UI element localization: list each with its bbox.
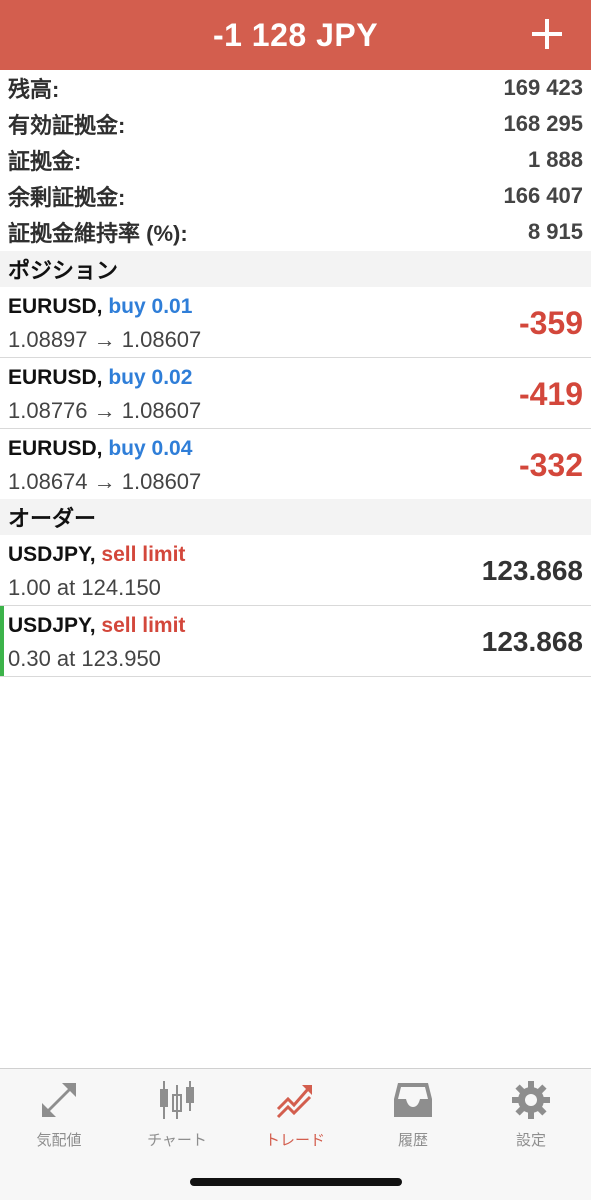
tab-settings[interactable]: 設定 — [472, 1079, 590, 1149]
chart-icon — [155, 1079, 199, 1121]
summary-row-free-margin: 余剰証拠金: 166 407 — [0, 178, 591, 214]
order-title: USDJPY, sell limit — [8, 543, 185, 567]
tab-history[interactable]: 履歴 — [354, 1079, 472, 1149]
tab-trade[interactable]: トレード — [236, 1079, 354, 1149]
tab-quotes[interactable]: 気配値 — [0, 1079, 118, 1149]
plus-icon — [532, 19, 562, 49]
positions-section: ポジション EURUSD, buy 0.01 1.08897 → 1.08607… — [0, 251, 591, 500]
order-title: USDJPY, sell limit — [8, 614, 185, 638]
summary-row-margin-level: 証拠金維持率 (%): 8 915 — [0, 214, 591, 250]
order-symbol: USDJPY, — [8, 614, 96, 637]
summary-value: 1 888 — [527, 147, 583, 172]
position-profit: -359 — [518, 305, 583, 341]
summary-label: 有効証拠金: — [8, 113, 126, 138]
position-side: buy 0.02 — [108, 366, 193, 389]
order-detail: 0.30 at 123.950 — [8, 646, 161, 671]
position-prices: 1.08674 → 1.08607 — [8, 469, 202, 494]
position-title: EURUSD, buy 0.02 — [8, 366, 192, 390]
summary-value: 8 915 — [527, 219, 583, 244]
balance-title: -1 128 JPY — [212, 16, 379, 53]
position-row[interactable]: EURUSD, buy 0.02 1.08776 → 1.08607 -419 — [0, 358, 591, 429]
tab-label: 履歴 — [397, 1132, 428, 1149]
summary-row-balance: 残高: 169 423 — [0, 70, 591, 106]
orders-section: オーダー USDJPY, sell limit 1.00 at 124.150 … — [0, 499, 591, 677]
position-prices: 1.08776 → 1.08607 — [8, 398, 202, 423]
summary-value: 168 295 — [503, 111, 583, 136]
tab-label: 気配値 — [36, 1132, 82, 1149]
order-detail: 1.00 at 124.150 — [8, 575, 161, 600]
quotes-icon — [37, 1079, 81, 1121]
summary-label: 証拠金維持率 (%): — [8, 221, 188, 246]
home-indicator[interactable] — [190, 1178, 402, 1186]
summary-value: 166 407 — [503, 183, 583, 208]
summary-label: 残高: — [8, 77, 60, 102]
position-title: EURUSD, buy 0.01 — [8, 295, 192, 319]
summary-label: 余剰証拠金: — [8, 185, 126, 210]
tab-label: トレード — [264, 1132, 325, 1149]
account-summary: 残高: 169 423 有効証拠金: 168 295 証拠金: 1 888 余剰… — [0, 70, 591, 250]
position-row[interactable]: EURUSD, buy 0.04 1.08674 → 1.08607 -332 — [0, 429, 591, 500]
history-icon — [391, 1079, 435, 1121]
order-current-price: 123.868 — [481, 626, 583, 657]
order-type: sell limit — [101, 614, 186, 637]
position-symbol: EURUSD, — [8, 366, 103, 389]
order-row[interactable]: USDJPY, sell limit 0.30 at 123.950 123.8… — [0, 606, 591, 677]
position-row[interactable]: EURUSD, buy 0.01 1.08897 → 1.08607 -359 — [0, 287, 591, 358]
orders-header: オーダー — [0, 499, 591, 535]
position-side: buy 0.04 — [108, 437, 193, 460]
order-type: sell limit — [101, 543, 186, 566]
summary-value: 169 423 — [503, 75, 583, 100]
tab-chart[interactable]: チャート — [118, 1079, 236, 1149]
trade-screen: -1 128 JPY 残高: 169 423 有効証拠金: 168 295 証拠… — [0, 0, 591, 1200]
summary-row-margin: 証拠金: 1 888 — [0, 142, 591, 178]
order-row[interactable]: USDJPY, sell limit 1.00 at 124.150 123.8… — [0, 535, 591, 606]
tab-label: 設定 — [515, 1132, 546, 1149]
summary-row-equity: 有効証拠金: 168 295 — [0, 106, 591, 142]
order-symbol: USDJPY, — [8, 543, 96, 566]
position-symbol: EURUSD, — [8, 295, 103, 318]
position-profit: -419 — [518, 376, 583, 412]
tab-label: チャート — [147, 1132, 207, 1149]
settings-icon — [509, 1079, 553, 1121]
position-profit: -332 — [518, 447, 583, 483]
add-order-button[interactable] — [525, 12, 569, 56]
position-prices: 1.08897 → 1.08607 — [8, 327, 202, 352]
header-bar: -1 128 JPY — [0, 0, 591, 70]
trade-icon — [273, 1079, 317, 1121]
order-current-price: 123.868 — [481, 555, 583, 586]
summary-label: 証拠金: — [8, 149, 82, 174]
position-side: buy 0.01 — [108, 295, 193, 318]
positions-header: ポジション — [0, 251, 591, 287]
position-symbol: EURUSD, — [8, 437, 103, 460]
position-title: EURUSD, buy 0.04 — [8, 437, 192, 461]
